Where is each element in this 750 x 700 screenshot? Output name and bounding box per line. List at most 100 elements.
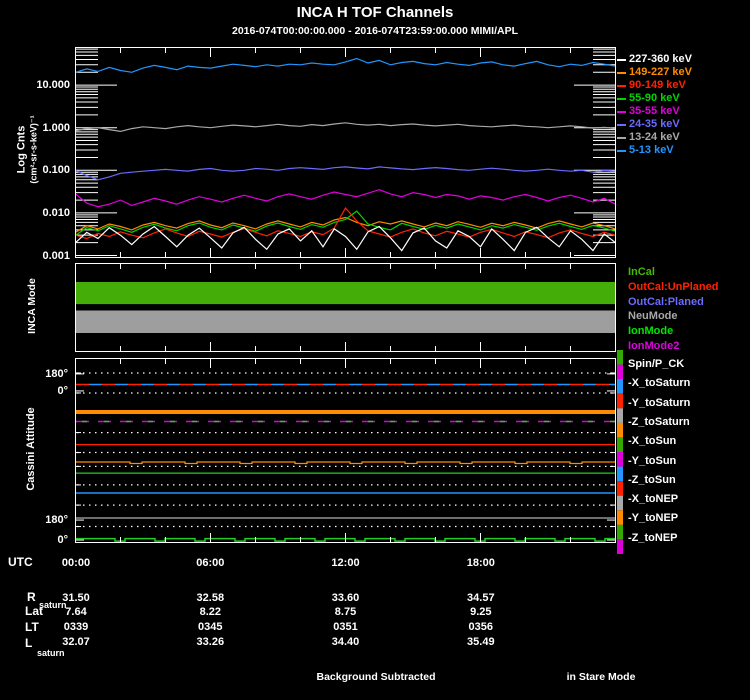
attitude-ytick-label-2: 180° (45, 514, 68, 527)
row-label-l: L (25, 636, 33, 650)
mode-band-0 (76, 282, 615, 305)
row-label-l-subscript: saturn (37, 648, 65, 658)
attitude-legend--Y-toSun: -Y_toSun (628, 454, 677, 467)
value-r-0: 31.50 (62, 592, 90, 604)
attitude-ytick-label-1: 0° (57, 384, 68, 397)
attitude-ytick-label-0: 180° (45, 367, 68, 380)
spectra-panel (75, 47, 616, 258)
colorbar-segment (617, 539, 623, 554)
value-r-1: 32.58 (196, 592, 225, 604)
colorbar-segment (617, 510, 623, 525)
value-lat-1: 8.22 (199, 606, 222, 618)
legend-swatch-5-13-keV (617, 150, 626, 152)
legend-swatch-35-55-keV (617, 111, 626, 113)
inca-mode-panel (75, 263, 616, 352)
mode-legend-OutCal-Planed: OutCal:Planed (628, 296, 704, 308)
colorbar-segment (617, 408, 623, 423)
log-y-ticks (76, 48, 615, 256)
value-l-2: 34.40 (331, 636, 360, 648)
panel-frame (75, 47, 616, 258)
colorbar-segment (617, 452, 623, 467)
x-ticks (75, 264, 616, 351)
value-lt-0: 0339 (63, 621, 89, 633)
legend-label-149-227-keV: 149-227 keV (629, 66, 692, 78)
legend-swatch-90-149-keV (617, 85, 626, 87)
panel-frame (75, 358, 616, 543)
utc-time-2: 12:00 (331, 557, 360, 569)
legend-swatch-24-35-keV (617, 124, 626, 126)
mode-band-1 (76, 310, 615, 333)
attitude-legend--Y-toNEP: -Y_toNEP (628, 512, 679, 525)
utc-time-0: 00:00 (61, 557, 91, 569)
colorbar-segment (617, 393, 623, 409)
legend-label-5-13-keV: 5-13 keV (629, 144, 674, 156)
colorbar-segment (617, 350, 623, 365)
mode-legend-InCal: InCal (628, 266, 655, 278)
series-line-5-13-keV (75, 57, 616, 73)
spectra-ytick-label: 1.000 (42, 121, 70, 134)
background-subtracted-note: Background Subtracted (316, 671, 436, 683)
plot-root: INCA H TOF Channels 2016-074T00:00:00.00… (0, 0, 750, 700)
legend-label-35-55-keV: 35-55 keV (629, 105, 680, 117)
time-range-subtitle: 2016-074T00:00:00.000 - 2016-074T23:59:0… (231, 25, 518, 37)
colorbar-segment (617, 422, 623, 438)
x-ticks (75, 359, 616, 542)
legend-label-13-24-keV: 13-24 keV (629, 131, 680, 143)
spectra-ytick-label: 0.100 (42, 164, 70, 177)
attitude-legend--Z-toSun: -Z_toSun (628, 473, 676, 486)
value-l-0: 32.07 (62, 636, 90, 648)
value-l-1: 33.26 (196, 636, 225, 648)
legend-swatch-55-90-keV (617, 98, 626, 100)
attitude-line-4 (75, 461, 616, 465)
legend-swatch-227-360-keV (617, 59, 626, 61)
spectra-ytick-label: 0.010 (42, 206, 70, 219)
panel-frame (75, 263, 616, 352)
attitude-panel (75, 358, 616, 543)
legend-label-90-149-keV: 90-149 keV (629, 79, 686, 91)
series-line-13-24-keV (75, 122, 616, 133)
legend-label-227-360-keV: 227-360 keV (629, 53, 692, 65)
stare-mode-note: in Stare Mode (566, 671, 636, 683)
value-l-3: 35.49 (467, 636, 495, 648)
row-label-lt: LT (25, 620, 39, 634)
legend-label-55-90-keV: 55-90 keV (629, 92, 680, 104)
value-lat-0: 7.64 (65, 606, 87, 618)
mode-legend-OutCal-UnPlaned: OutCal:UnPlaned (628, 281, 719, 293)
utc-time-3: 18:00 (466, 557, 495, 569)
series-line-35-55-keV (75, 189, 616, 208)
utc-axis-label: UTC (8, 555, 33, 569)
legend-swatch-149-227-keV (617, 72, 626, 74)
value-lat-2: 8.75 (334, 606, 357, 618)
value-lt-2: 0351 (333, 621, 358, 633)
utc-time-1: 06:00 (196, 557, 225, 569)
attitude-legend--Z-toSaturn: -Z_toSaturn (628, 415, 690, 428)
attitude-legend--X-toSun: -X_toSun (628, 435, 677, 448)
legend-label-24-35-keV: 24-35 keV (629, 118, 680, 130)
colorbar-segment (617, 437, 623, 452)
value-lt-1: 0345 (198, 621, 223, 633)
mode-y-axis-label: INCA Mode (26, 278, 38, 334)
colorbar-segment (617, 481, 623, 496)
mode-legend-IonMode: IonMode (628, 325, 674, 337)
value-lat-3: 9.25 (470, 606, 492, 618)
value-lt-3: 0356 (468, 621, 494, 633)
attitude-legend--Z-toNEP: -Z_toNEP (628, 531, 678, 544)
attitude-legend-Spin-P-CK: Spin/P_CK (628, 358, 685, 370)
colorbar-segment (617, 466, 623, 482)
colorbar-segment (617, 524, 623, 540)
spectra-ytick-label: 10.000 (36, 79, 70, 92)
row-label-r: R (27, 590, 36, 604)
attitude-colorbar (617, 350, 623, 554)
attitude-ytick-label-3: 0° (57, 534, 68, 547)
page-title: INCA H TOF Channels (296, 4, 454, 21)
spectra-ytick-label: 0.001 (42, 249, 70, 262)
legend-swatch-13-24-keV (617, 137, 626, 139)
value-r-2: 33.60 (331, 592, 360, 604)
attitude-legend--X-toNEP: -X_toNEP (628, 493, 679, 506)
mode-legend-IonMode2: IonMode2 (628, 340, 680, 352)
colorbar-segment (617, 495, 623, 511)
colorbar-segment (617, 364, 623, 380)
attitude-legend--X-toSaturn: -X_toSaturn (628, 377, 691, 390)
row-label-lat: Lat (25, 604, 43, 618)
colorbar-segment (617, 379, 623, 394)
